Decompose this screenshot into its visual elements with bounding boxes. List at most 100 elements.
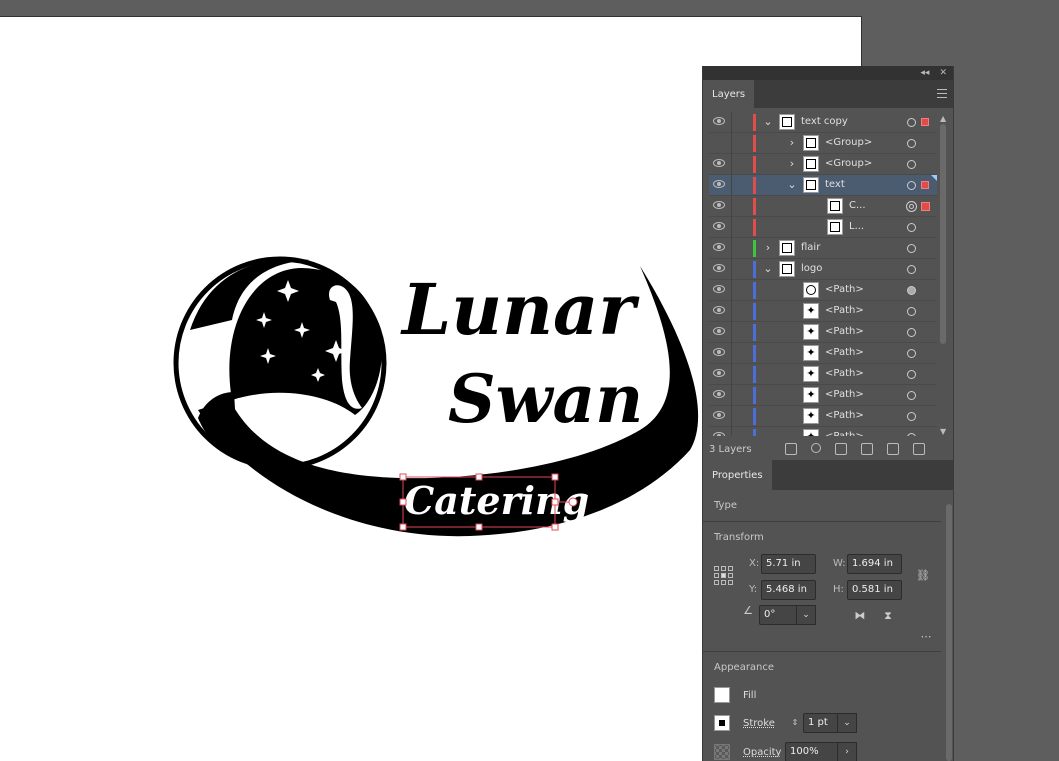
stroke-weight-dropdown[interactable]: ⌄ (837, 713, 857, 733)
layer-row[interactable]: L... (709, 217, 937, 238)
layer-row[interactable]: ⌄ text copy (709, 112, 937, 133)
chevron-right-icon[interactable]: › (763, 241, 773, 255)
target-icon[interactable] (907, 118, 916, 127)
layers-scrollbar[interactable]: ▲ ▼ (939, 114, 947, 436)
lock-toggle[interactable] (731, 385, 732, 406)
chevron-right-icon[interactable]: › (787, 136, 797, 150)
lock-toggle[interactable] (731, 322, 732, 343)
w-field[interactable]: 1.694 in (847, 554, 902, 574)
layer-row[interactable]: ⌄ logo (709, 259, 937, 280)
eye-icon[interactable] (713, 285, 725, 293)
y-field[interactable]: 5.468 in (761, 580, 816, 600)
layer-name[interactable]: <Path> (825, 305, 864, 316)
logo-text-swan[interactable]: Swan (448, 360, 643, 438)
more-options-icon[interactable]: ⋯ (919, 630, 933, 644)
stroke-swatch[interactable] (714, 715, 730, 731)
close-icon[interactable]: ✕ (939, 68, 947, 78)
lock-toggle[interactable] (731, 154, 732, 175)
layer-name[interactable]: <Path> (825, 431, 864, 436)
stroke-weight-field[interactable]: 1 pt (803, 713, 839, 733)
logo-text-catering[interactable]: Catering (404, 478, 589, 523)
lock-toggle[interactable] (731, 112, 732, 133)
target-icon[interactable] (907, 328, 916, 337)
locate-object-icon[interactable] (811, 443, 821, 453)
layer-row[interactable]: ✦ <Path> (709, 301, 937, 322)
stroke-stepper[interactable]: ⇕ (788, 716, 802, 730)
layer-name[interactable]: text (825, 179, 845, 190)
eye-icon[interactable] (713, 411, 725, 419)
double-chevron-left-icon[interactable]: ◂◂ (920, 68, 929, 78)
lock-toggle[interactable] (731, 175, 732, 196)
eye-icon[interactable] (713, 264, 725, 272)
properties-scroll-thumb[interactable] (946, 504, 952, 761)
selection-indicator[interactable] (921, 181, 929, 189)
lock-toggle[interactable] (731, 196, 732, 217)
eye-icon[interactable] (713, 390, 725, 398)
selection-indicator[interactable] (921, 202, 930, 211)
layer-row[interactable]: ✦ <Path> (709, 364, 937, 385)
layer-row[interactable]: › <Group> (709, 154, 937, 175)
lock-toggle[interactable] (731, 238, 732, 259)
layer-row[interactable]: › <Group> (709, 133, 937, 154)
lock-toggle[interactable] (731, 406, 732, 427)
eye-icon[interactable] (713, 243, 725, 251)
eye-icon[interactable] (713, 222, 725, 230)
lock-toggle[interactable] (731, 427, 732, 436)
target-icon[interactable] (907, 412, 916, 421)
layer-name[interactable]: <Path> (825, 284, 864, 295)
layer-name[interactable]: <Path> (825, 410, 864, 421)
layer-name[interactable]: <Group> (825, 158, 872, 169)
properties-scrollbar[interactable] (945, 494, 953, 761)
opacity-swatch[interactable] (714, 744, 730, 760)
scroll-down-icon[interactable]: ▼ (940, 427, 946, 436)
target-icon[interactable] (907, 433, 916, 436)
new-layer-icon[interactable] (887, 443, 899, 455)
eye-icon[interactable] (713, 348, 725, 356)
reference-point-selector[interactable] (714, 566, 733, 585)
target-icon[interactable] (907, 160, 916, 169)
clipping-mask-icon[interactable] (835, 443, 847, 455)
layer-row[interactable]: C... (709, 196, 937, 217)
target-icon[interactable] (907, 139, 916, 148)
new-sublayer-icon[interactable] (861, 443, 873, 455)
eye-icon[interactable] (713, 432, 725, 436)
rotate-field[interactable]: 0° (759, 605, 799, 625)
layer-name[interactable]: <Group> (825, 137, 872, 148)
logo-text-lunar[interactable]: Lunar (400, 268, 640, 351)
lock-toggle[interactable] (731, 217, 732, 238)
layer-name[interactable]: <Path> (825, 347, 864, 358)
lock-toggle[interactable] (731, 364, 732, 385)
rotate-dropdown[interactable]: ⌄ (796, 605, 816, 625)
layer-row[interactable]: <Path> (709, 280, 937, 301)
target-icon[interactable] (907, 223, 916, 232)
layer-name[interactable]: <Path> (825, 368, 864, 379)
layer-name[interactable]: flair (801, 242, 820, 253)
layer-row[interactable]: ✦ <Path> (709, 322, 937, 343)
layer-name[interactable]: text copy (801, 116, 848, 127)
flip-vertical-icon[interactable]: ⧗ (881, 609, 895, 623)
eye-icon[interactable] (713, 306, 725, 314)
eye-icon[interactable] (713, 159, 725, 167)
target-icon[interactable] (907, 181, 916, 190)
layer-row[interactable]: ✦ <Path> (709, 343, 937, 364)
eye-icon[interactable] (713, 369, 725, 377)
target-icon[interactable] (907, 286, 916, 295)
layer-row[interactable]: ⌄ text (709, 175, 937, 196)
target-icon[interactable] (907, 391, 916, 400)
scroll-up-icon[interactable]: ▲ (940, 114, 946, 123)
target-icon[interactable] (907, 370, 916, 379)
selection-indicator[interactable] (921, 118, 929, 126)
layer-row[interactable]: ✦ <Path> (709, 406, 937, 427)
h-field[interactable]: 0.581 in (847, 580, 902, 600)
target-icon[interactable] (907, 349, 916, 358)
lock-toggle[interactable] (731, 343, 732, 364)
layer-name[interactable]: <Path> (825, 326, 864, 337)
layer-row[interactable]: ✦ <Path> (709, 385, 937, 406)
opacity-field[interactable]: 100% (785, 742, 839, 761)
tab-properties[interactable]: Properties (703, 460, 772, 490)
tab-layers[interactable]: Layers (703, 80, 755, 108)
export-icon[interactable] (785, 443, 797, 455)
target-icon[interactable] (907, 265, 916, 274)
layer-name[interactable]: C... (849, 200, 866, 211)
lock-toggle[interactable] (731, 301, 732, 322)
